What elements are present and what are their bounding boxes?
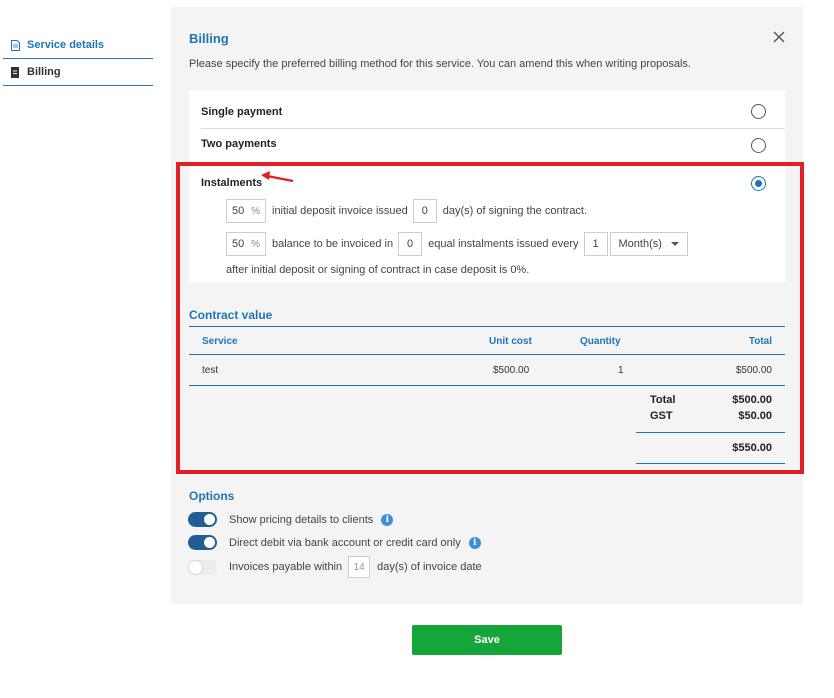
balance-percent-input[interactable]: 50 % — [226, 232, 266, 256]
direct-debit-toggle[interactable] — [188, 535, 217, 550]
billing-panel: Billing Please specify the preferred bil… — [171, 7, 804, 604]
divider — [189, 354, 785, 355]
total-label: Total — [650, 394, 676, 406]
cell-quantity: 1 — [618, 365, 624, 376]
balance-mid-text: equal instalments issued every — [428, 238, 579, 250]
sidebar-item-label: Billing — [27, 66, 61, 78]
column-header-service: Service — [202, 336, 238, 347]
instalment-count-input[interactable]: 0 — [398, 232, 423, 256]
sidebar: Service details Billing — [3, 32, 153, 86]
cell-unit-cost: $500.00 — [493, 365, 530, 376]
invoice-terms-toggle[interactable] — [188, 559, 217, 575]
option-label: Two payments — [201, 138, 277, 150]
divider — [189, 385, 785, 386]
cell-total: $500.00 — [735, 365, 772, 376]
billing-intro: Please specify the preferred billing met… — [189, 58, 691, 70]
deposit-text: initial deposit invoice issued — [272, 205, 408, 217]
contract-value-title: Contract value — [189, 308, 273, 322]
divider — [636, 432, 785, 433]
column-header-unit-cost: Unit cost — [489, 336, 532, 347]
option-single-payment[interactable]: Single payment — [189, 96, 785, 128]
chevron-down-icon — [670, 242, 679, 246]
sidebar-item-billing[interactable]: Billing — [3, 59, 153, 86]
deposit-suffix: day(s) of signing the contract. — [442, 205, 588, 217]
toggle-label-after: day(s) of invoice date — [377, 561, 482, 573]
options-title: Options — [189, 489, 235, 503]
info-icon[interactable]: i — [381, 513, 394, 526]
balance-line: 50 % balance to be invoiced in 0 equal i… — [226, 232, 688, 256]
deposit-days-input[interactable]: 0 — [412, 199, 437, 223]
invoice-days-input[interactable]: 14 — [348, 556, 371, 578]
option-direct-debit: Direct debit via bank account or credit … — [188, 535, 481, 550]
panel-title: Billing — [189, 31, 229, 46]
divider — [189, 326, 785, 327]
option-label: Single payment — [201, 106, 283, 118]
save-button[interactable]: Save — [412, 625, 562, 655]
column-header-total: Total — [748, 336, 772, 347]
balance-percent-value: 50 — [232, 238, 245, 250]
option-invoice-terms: Invoices payable within 14 day(s) of inv… — [188, 556, 482, 578]
deposit-percent-value: 50 — [232, 205, 245, 217]
instalment-note: after initial deposit or signing of cont… — [226, 264, 530, 276]
radio-single-payment[interactable] — [751, 104, 766, 119]
option-show-pricing: Show pricing details to clients i — [188, 512, 394, 527]
option-label: Instalments — [201, 177, 263, 189]
percent-symbol: % — [251, 238, 260, 250]
bill-icon — [10, 66, 20, 78]
close-icon[interactable] — [771, 29, 787, 45]
toggle-label-before: Invoices payable within — [229, 561, 343, 573]
deposit-line: 50 % initial deposit invoice issued 0 da… — [226, 199, 587, 223]
percent-symbol: % — [251, 205, 260, 217]
toggle-label: Show pricing details to clients — [229, 513, 374, 526]
document-icon — [10, 39, 20, 51]
total-value: $500.00 — [732, 394, 772, 406]
interval-unit-select[interactable]: Month(s) — [609, 232, 688, 256]
interval-input[interactable]: 1 — [583, 232, 608, 256]
grand-total-value: $550.00 — [732, 442, 772, 454]
billing-options: Single payment Two payments Instalments … — [189, 90, 785, 282]
gst-value: $50.00 — [738, 410, 772, 422]
annotation-arrow-icon — [261, 171, 294, 183]
balance-text: balance to be invoiced in — [272, 238, 394, 250]
gst-label: GST — [650, 410, 673, 422]
divider — [636, 463, 785, 464]
sidebar-item-label: Service details — [27, 39, 105, 51]
column-header-quantity: Quantity — [580, 336, 621, 347]
cell-service: test — [202, 365, 219, 376]
radio-two-payments[interactable] — [751, 138, 766, 153]
toggle-label: Direct debit via bank account or credit … — [229, 536, 461, 549]
radio-instalments[interactable] — [751, 176, 766, 191]
deposit-percent-input[interactable]: 50 % — [226, 199, 266, 223]
interval-unit-value: Month(s) — [618, 238, 662, 250]
show-pricing-toggle[interactable] — [188, 512, 217, 527]
option-two-payments[interactable]: Two payments — [189, 128, 785, 160]
info-icon[interactable]: i — [468, 536, 481, 549]
sidebar-item-service-details[interactable]: Service details — [3, 32, 153, 59]
